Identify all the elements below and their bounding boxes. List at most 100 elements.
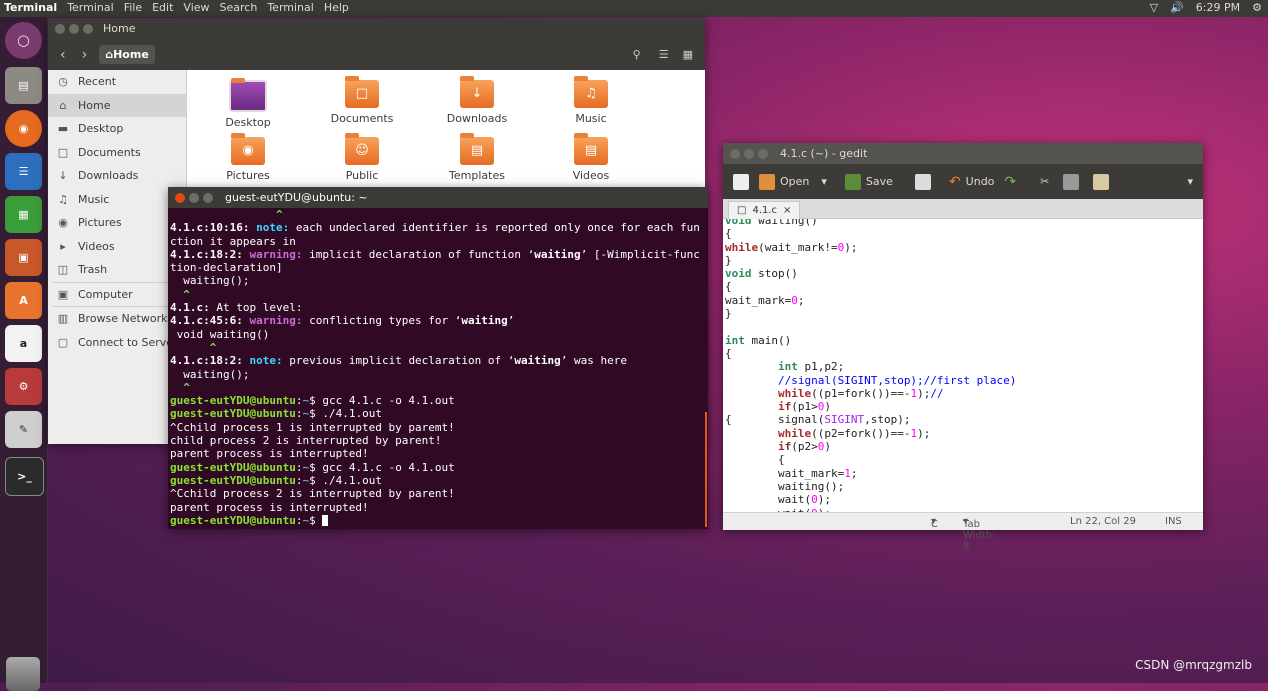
folder-templates[interactable]: ▤ Templates	[427, 133, 527, 182]
trash-icon: ◫	[57, 263, 69, 277]
term-line: ^	[170, 208, 283, 221]
more-menu-button[interactable]: ▾	[1187, 175, 1193, 188]
impress-icon[interactable]: ▣	[5, 239, 42, 276]
terminal-window: guest-eutYDU@ubuntu: ~ ^ 4.1.c:10:16: no…	[168, 187, 708, 529]
term-command: ./4.1.out	[322, 407, 382, 421]
sidebar-item-browse-network[interactable]: ▥ Browse Network	[48, 307, 186, 331]
folder-documents[interactable]: □ Documents	[312, 76, 412, 125]
writer-icon[interactable]: ☰	[5, 153, 42, 190]
term-command: gcc 4.1.c -o 4.1.out	[322, 460, 455, 474]
maximize-icon[interactable]	[83, 23, 93, 34]
sidebar-item-recent[interactable]: ◷ Recent	[48, 70, 186, 94]
print-button[interactable]	[914, 173, 931, 190]
folder-music[interactable]: ♫ Music	[541, 76, 641, 125]
close-icon[interactable]: ×	[783, 205, 791, 216]
cut-button[interactable]: ✂	[1040, 175, 1049, 188]
save-button[interactable]: Save	[844, 173, 893, 190]
paste-button[interactable]	[1093, 173, 1110, 190]
folder-label: Downloads	[446, 112, 508, 125]
new-document-button[interactable]	[733, 173, 749, 190]
prompt-user: guest-eutYDU@ubuntu	[170, 394, 296, 408]
ubuntu-dash-icon[interactable]: ◯	[5, 22, 42, 59]
maximize-icon[interactable]	[203, 192, 213, 203]
menu-search[interactable]: Search	[220, 1, 258, 14]
code-editor[interactable]: void waiting() { while(wait_mark!=0); } …	[723, 219, 1203, 514]
menu-terminal-2[interactable]: Terminal	[267, 1, 314, 14]
trash-icon[interactable]	[6, 657, 40, 691]
open-dropdown[interactable]: ▾	[821, 175, 827, 188]
gear-icon[interactable]: ⚙	[1252, 1, 1262, 14]
volume-icon[interactable]: 🔊	[1170, 1, 1184, 14]
list-view-icon[interactable]: ☰	[659, 48, 669, 61]
tab-width-selector[interactable]: Tab Width: 8 ▾	[963, 516, 995, 552]
back-icon[interactable]: ‹	[60, 47, 66, 63]
terminal-scrollbar[interactable]	[705, 412, 707, 527]
sidebar-item-documents[interactable]: □ Documents	[48, 141, 186, 165]
text-editor-icon[interactable]: ✎	[5, 411, 42, 448]
folder-videos[interactable]: ▤ Videos	[541, 133, 641, 182]
undo-button[interactable]: ↶ Undo	[949, 174, 994, 190]
menu-edit[interactable]: Edit	[152, 1, 173, 14]
folder-public[interactable]: ☺ Public	[312, 133, 412, 182]
minimize-icon[interactable]	[69, 23, 79, 34]
minimize-icon[interactable]	[189, 192, 199, 203]
folder-downloads[interactable]: ↓ Downloads	[427, 76, 527, 125]
settings-icon[interactable]: ⚙	[5, 368, 42, 405]
sidebar-item-desktop[interactable]: ▬ Desktop	[48, 117, 186, 141]
tab-label: 4.1.c	[752, 205, 778, 216]
menu-help[interactable]: Help	[324, 1, 349, 14]
open-button[interactable]: Open	[759, 173, 809, 190]
music-icon: ♫	[58, 192, 68, 206]
code-text[interactable]: void waiting() { while(wait_mark!=0); } …	[723, 219, 1203, 514]
chevron-down-icon: ▾	[1187, 175, 1193, 188]
launcher: ◯ ▤ ◉ ☰ ▦ ▣ A a ⚙ ✎ >_	[0, 17, 48, 691]
menu-file[interactable]: File	[124, 1, 142, 14]
sidebar-item-computer[interactable]: ▣ Computer	[48, 283, 186, 307]
sidebar-item-pictures[interactable]: ◉ Pictures	[48, 211, 186, 235]
terminal-icon[interactable]: >_	[5, 457, 44, 496]
sidebar-item-connect-server[interactable]: ▢ Connect to Server	[48, 331, 186, 355]
sidebar-item-home[interactable]: ⌂ Home	[48, 93, 186, 117]
close-icon[interactable]	[730, 148, 740, 159]
maximize-icon[interactable]	[758, 148, 768, 159]
menu-terminal[interactable]: Terminal	[67, 1, 114, 14]
prompt-path: ~	[302, 460, 310, 474]
software-center-icon[interactable]: A	[5, 282, 42, 319]
templates-folder-icon: ▤	[460, 133, 494, 165]
forward-icon[interactable]: ›	[82, 47, 88, 63]
menu-view[interactable]: View	[183, 1, 209, 14]
camera-icon: ◉	[58, 216, 68, 230]
files-icon[interactable]: ▤	[5, 67, 42, 104]
sidebar-label: Downloads	[78, 169, 139, 183]
clock[interactable]: 6:29 PM	[1196, 1, 1240, 14]
videos-folder-icon: ▤	[574, 133, 608, 165]
amazon-icon[interactable]: a	[5, 325, 42, 362]
sidebar-item-music[interactable]: ♫ Music	[48, 188, 186, 212]
files-sidebar: ◷ Recent ⌂ Home ▬ Desktop □ Documents ↓ Downl…	[48, 70, 187, 444]
sidebar-item-videos[interactable]: ▸ Videos	[48, 235, 186, 259]
tab-4-1-c[interactable]: □ 4.1.c ×	[728, 201, 801, 219]
calc-icon[interactable]: ▦	[5, 196, 42, 233]
term-line: waiting();	[170, 274, 250, 288]
firefox-icon[interactable]: ◉	[5, 110, 42, 147]
folder-desktop[interactable]: Desktop	[198, 78, 298, 129]
close-icon[interactable]	[55, 23, 65, 34]
term-text: previous implicit declaration of ‘	[282, 354, 515, 368]
search-icon[interactable]: ⚲	[633, 48, 641, 61]
copy-button[interactable]	[1063, 173, 1080, 190]
grid-view-icon[interactable]: ▦	[683, 48, 693, 61]
minimize-icon[interactable]	[744, 148, 754, 159]
terminal-output[interactable]: ^ 4.1.c:10:16: note: each undeclared ide…	[168, 208, 708, 527]
close-icon[interactable]	[175, 192, 185, 203]
term-line: ^	[170, 380, 190, 394]
redo-button[interactable]: ↷	[1004, 174, 1016, 190]
wifi-icon[interactable]: ▽	[1150, 1, 1158, 14]
sidebar-item-downloads[interactable]: ↓ Downloads	[48, 164, 186, 188]
breadcrumb[interactable]: ⌂Home	[99, 45, 155, 64]
term-text: 4.1.c:	[170, 301, 210, 315]
folder-pictures[interactable]: ◉ Pictures	[198, 133, 298, 182]
sidebar-item-trash[interactable]: ◫ Trash	[48, 258, 186, 282]
desktop-folder-icon	[229, 78, 267, 112]
language-selector[interactable]: C ▾	[931, 516, 938, 530]
sidebar-label: Trash	[78, 263, 108, 277]
